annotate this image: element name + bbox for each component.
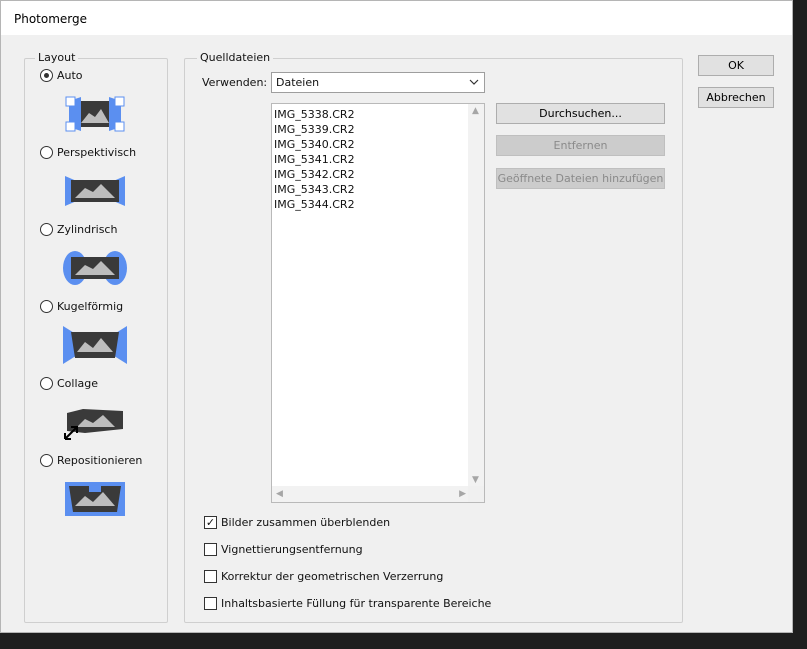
layout-option-label: Zylindrisch (57, 222, 118, 236)
layout-option-collage[interactable]: Collage (40, 375, 98, 391)
layout-option-auto[interactable]: Auto (40, 67, 83, 83)
scroll-left-icon[interactable]: ◀ (276, 489, 283, 499)
add-open-files-button[interactable]: Geöffnete Dateien hinzufügen (496, 168, 665, 189)
layout-group: Layout Auto Perspektivisch Zylindrisch K… (24, 51, 168, 623)
option-vignette[interactable]: Vignettierungsentfernung (204, 541, 363, 557)
radio-spherical[interactable] (40, 299, 53, 313)
radio-reposition[interactable] (40, 453, 53, 467)
file-list-item[interactable]: IMG_5342.CR2 (274, 167, 355, 182)
use-select[interactable]: Dateien (271, 72, 485, 93)
title-bar: Photomerge (1, 1, 792, 35)
source-files-group: Quelldateien Verwenden: Dateien IMG_5338… (184, 51, 683, 623)
cylindrical-layout-icon (63, 251, 127, 285)
layout-group-label: Layout (35, 51, 79, 64)
vertical-scrollbar[interactable]: ▲ ▼ (468, 104, 484, 487)
option-label: Korrektur der geometrischen Verzerrung (221, 569, 444, 583)
layout-option-label: Collage (57, 376, 99, 390)
photomerge-dialog: Photomerge Layout Auto Perspektivisch Zy… (0, 0, 793, 633)
option-content-aware-fill[interactable]: Inhaltsbasierte Füllung für transparente… (204, 595, 491, 611)
radio-auto[interactable] (40, 68, 53, 82)
layout-option-perspective[interactable]: Perspektivisch (40, 144, 136, 160)
option-distortion[interactable]: Korrektur der geometrischen Verzerrung (204, 568, 443, 584)
scroll-corner (468, 486, 484, 502)
scroll-down-icon[interactable]: ▼ (472, 475, 479, 485)
file-list-item[interactable]: IMG_5344.CR2 (274, 197, 355, 212)
use-label: Verwenden: (202, 76, 268, 89)
radio-perspective[interactable] (40, 145, 53, 159)
layout-option-cylindrical[interactable]: Zylindrisch (40, 221, 117, 237)
radio-collage[interactable] (40, 376, 53, 390)
ok-button[interactable]: OK (698, 55, 774, 76)
window-title: Photomerge (14, 12, 88, 26)
checkbox-distortion[interactable] (204, 569, 217, 583)
browse-button[interactable]: Durchsuchen... (496, 103, 665, 124)
layout-option-label: Repositionieren (57, 453, 143, 467)
use-select-value: Dateien (276, 76, 320, 89)
auto-layout-icon (65, 96, 125, 132)
remove-button[interactable]: Entfernen (496, 135, 665, 156)
option-label: Vignettierungsentfernung (221, 542, 363, 556)
file-list-item[interactable]: IMG_5343.CR2 (274, 182, 355, 197)
file-list-item[interactable]: IMG_5341.CR2 (274, 152, 355, 167)
checkbox-vignette[interactable] (204, 542, 217, 556)
collage-layout-icon (64, 409, 123, 440)
radio-cylindrical[interactable] (40, 222, 53, 236)
file-list-item[interactable]: IMG_5339.CR2 (274, 122, 355, 137)
file-list-item[interactable]: IMG_5340.CR2 (274, 137, 355, 152)
layout-option-label: Perspektivisch (57, 145, 137, 159)
horizontal-scrollbar[interactable]: ◀ ▶ (272, 486, 470, 502)
scroll-right-icon[interactable]: ▶ (459, 489, 466, 499)
source-group-label: Quelldateien (197, 51, 274, 64)
option-label: Bilder zusammen überblenden (221, 515, 391, 529)
checkbox-blend[interactable]: ✓ (204, 515, 217, 529)
chevron-down-icon (469, 75, 479, 92)
file-list-items: IMG_5338.CR2 IMG_5339.CR2 IMG_5340.CR2 IMG_… (274, 107, 355, 212)
checkbox-content-aware-fill[interactable] (204, 596, 217, 610)
reposition-layout-icon (65, 482, 125, 516)
dialog-body: Layout Auto Perspektivisch Zylindrisch K… (1, 35, 792, 632)
cancel-button[interactable]: Abbrechen (698, 87, 774, 108)
perspective-layout-icon (65, 176, 125, 206)
spherical-layout-icon (63, 326, 127, 364)
file-list[interactable]: IMG_5338.CR2 IMG_5339.CR2 IMG_5340.CR2 IMG_… (271, 103, 485, 503)
file-list-item[interactable]: IMG_5338.CR2 (274, 107, 355, 122)
scroll-up-icon[interactable]: ▲ (472, 106, 479, 116)
layout-option-reposition[interactable]: Repositionieren (40, 452, 142, 468)
layout-option-label: Kugelförmig (57, 299, 124, 313)
layout-option-spherical[interactable]: Kugelförmig (40, 298, 123, 314)
option-blend[interactable]: ✓ Bilder zusammen überblenden (204, 514, 390, 530)
layout-option-label: Auto (57, 68, 83, 82)
option-label: Inhaltsbasierte Füllung für transparente… (221, 596, 492, 610)
